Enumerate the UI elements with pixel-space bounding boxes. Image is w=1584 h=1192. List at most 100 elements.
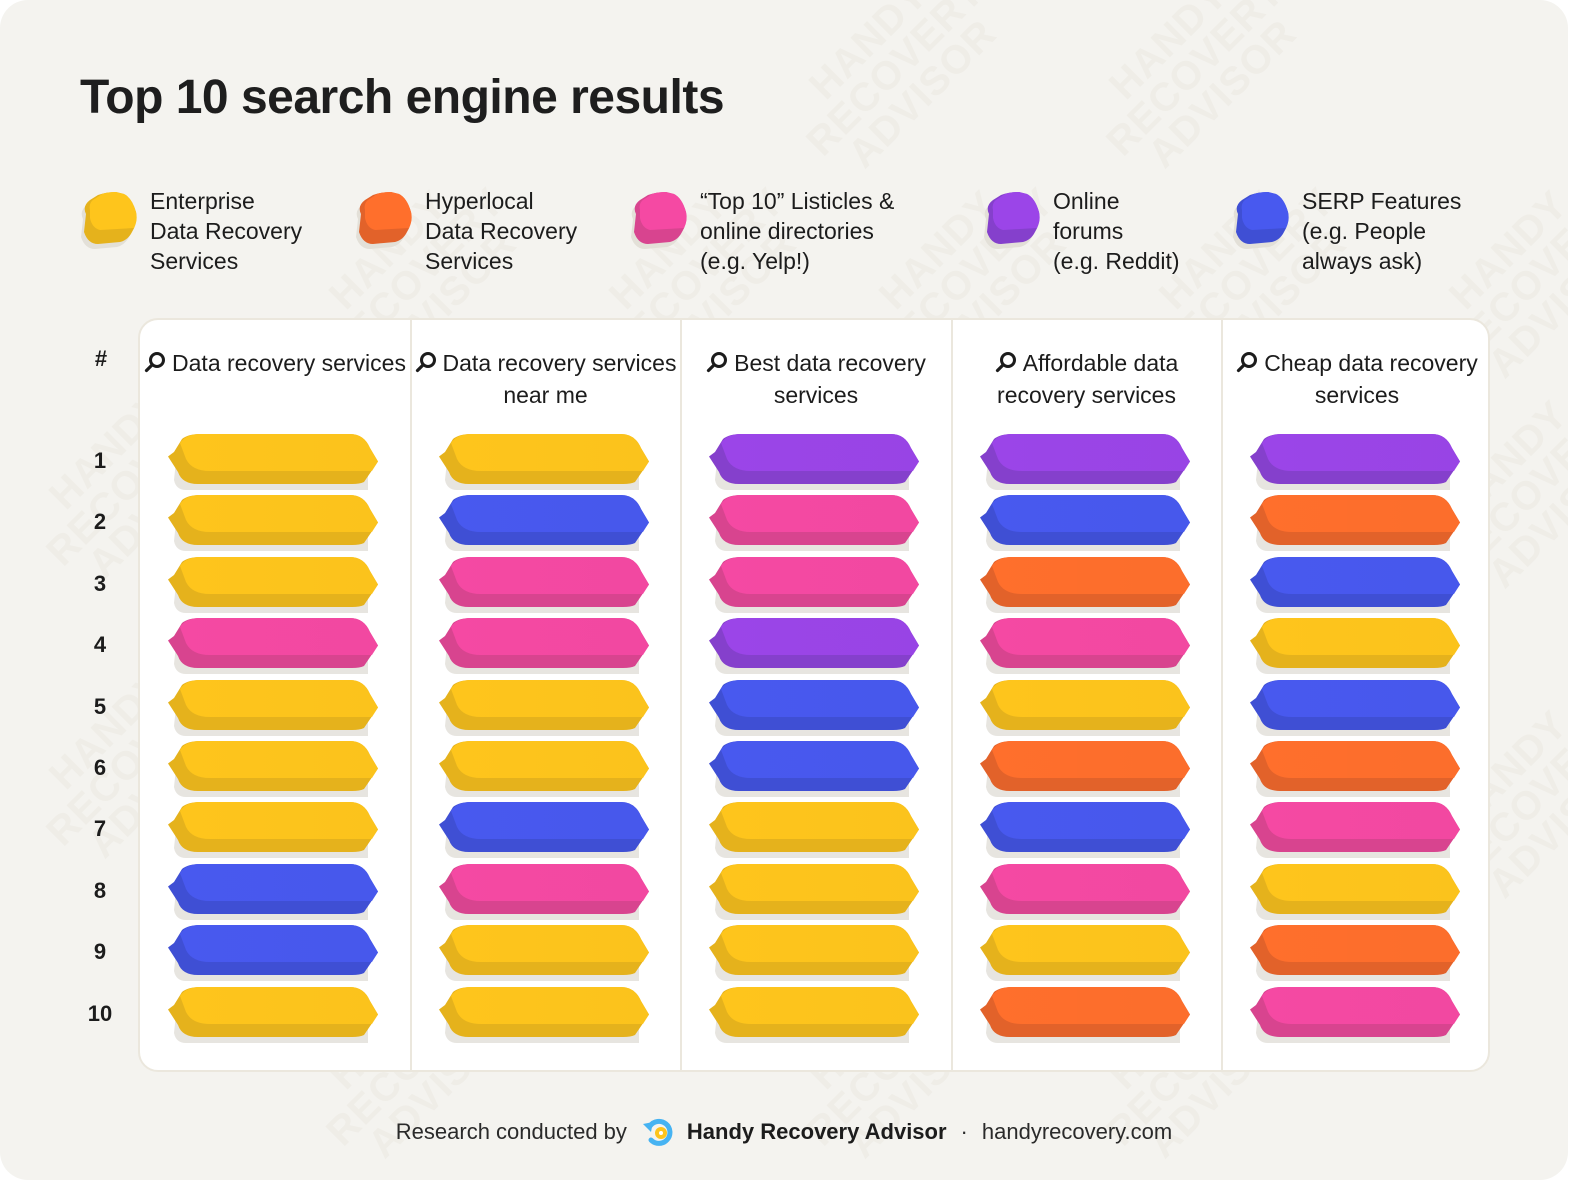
infographic-canvas: HANDY RECOVERY ADVISOR HANDY RECOVERY ADVISOR… bbox=[0, 0, 1568, 1180]
result-bar-listicles bbox=[437, 863, 655, 922]
footer-prefix: Research conducted by bbox=[395, 1119, 627, 1144]
result-bar-forums bbox=[707, 618, 925, 676]
rank-label: 5 bbox=[93, 693, 107, 719]
result-bar-listicles bbox=[707, 556, 925, 615]
column-divider bbox=[680, 320, 682, 1070]
legend-swatch-enterprise bbox=[80, 192, 137, 249]
legend-item-hyperlocal: Hyperlocal Data Recovery Services bbox=[355, 186, 577, 276]
legend-label-serp: SERP Features (e.g. People always ask) bbox=[1302, 188, 1462, 274]
result-bar-enterprise bbox=[978, 925, 1196, 983]
result-bar-serp bbox=[437, 495, 655, 553]
page-title: Top 10 search engine results bbox=[80, 71, 725, 124]
result-bar-hyperlocal bbox=[978, 741, 1196, 799]
result-bar-listicles bbox=[437, 556, 655, 615]
footer: Research conducted by Handy Recovery Adv… bbox=[0, 1116, 1568, 1148]
result-bar-listicles bbox=[166, 618, 384, 676]
rank-label: 10 bbox=[87, 1000, 113, 1026]
watermark: HANDYRECOVERYADVISOR bbox=[798, 0, 1005, 177]
result-bar-listicles bbox=[978, 618, 1196, 676]
column-query-label: Affordable data recovery services bbox=[997, 350, 1179, 408]
search-icon bbox=[415, 350, 437, 380]
result-bar-enterprise bbox=[166, 679, 384, 738]
search-icon bbox=[706, 350, 728, 380]
legend-swatch-hyperlocal bbox=[355, 192, 412, 249]
results-table: Data recovery services Data recovery serv… bbox=[138, 318, 1490, 1072]
legend-label-forums: Online forums (e.g. Reddit) bbox=[1053, 188, 1180, 274]
result-bar-enterprise bbox=[166, 741, 384, 799]
column-header: Data recovery services near me bbox=[411, 348, 681, 410]
column-query-label: Data recovery services bbox=[172, 350, 406, 376]
search-icon bbox=[144, 350, 166, 380]
rank-label: 6 bbox=[93, 755, 107, 780]
result-bar-listicles bbox=[437, 618, 655, 676]
result-bar-enterprise bbox=[1248, 618, 1466, 676]
search-icon bbox=[995, 350, 1017, 380]
result-bar-serp bbox=[707, 679, 925, 738]
result-bar-listicles bbox=[1248, 986, 1466, 1045]
result-bar-enterprise bbox=[437, 741, 655, 799]
footer-brand: Handy Recovery Advisor bbox=[686, 1119, 947, 1144]
result-bar-enterprise bbox=[437, 986, 655, 1045]
result-bar-hyperlocal bbox=[978, 986, 1196, 1045]
result-bar-enterprise bbox=[437, 679, 655, 738]
result-bar-enterprise bbox=[437, 925, 655, 983]
legend-swatch-forums bbox=[983, 192, 1040, 249]
column-header: Cheap data recovery services bbox=[1222, 348, 1492, 410]
result-bar-hyperlocal bbox=[1248, 741, 1466, 799]
legend: Enterprise Data Recovery Services Hyperlo… bbox=[0, 186, 1568, 286]
footer-separator: · bbox=[960, 1119, 968, 1144]
rank-label: 2 bbox=[93, 509, 107, 535]
result-bar-enterprise bbox=[707, 986, 925, 1045]
result-bar-enterprise bbox=[978, 679, 1196, 738]
result-bar-enterprise bbox=[437, 434, 655, 492]
column-header: Best data recovery services bbox=[681, 348, 951, 410]
rank-label: 9 bbox=[93, 939, 107, 965]
column-divider bbox=[950, 320, 953, 1070]
result-bar-enterprise bbox=[707, 925, 925, 983]
legend-item-serp: SERP Features (e.g. People always ask) bbox=[1232, 186, 1461, 276]
legend-label-enterprise: Enterprise Data Recovery Services bbox=[150, 188, 303, 274]
result-bar-hyperlocal bbox=[1248, 925, 1466, 983]
result-bar-enterprise bbox=[707, 863, 925, 922]
legend-item-listicles: “Top 10” Listicles & online directories … bbox=[630, 186, 894, 276]
column-query-label: Cheap data recovery services bbox=[1264, 350, 1478, 408]
result-bar-enterprise bbox=[707, 802, 925, 860]
result-bar-serp bbox=[437, 802, 655, 860]
legend-swatch-listicles bbox=[630, 192, 687, 249]
column-header: Affordable data recovery services bbox=[952, 348, 1222, 410]
result-bar-listicles bbox=[1248, 802, 1466, 860]
footer-site-link[interactable]: handyrecovery.com bbox=[982, 1119, 1172, 1145]
column-header: Data recovery services bbox=[140, 348, 410, 380]
result-bar-hyperlocal bbox=[1248, 495, 1466, 553]
result-bar-hyperlocal bbox=[978, 556, 1196, 615]
legend-item-forums: Online forums (e.g. Reddit) bbox=[983, 186, 1180, 276]
column-query-label: Best data recovery services bbox=[734, 350, 926, 408]
result-bar-enterprise bbox=[166, 986, 384, 1045]
result-bar-enterprise bbox=[166, 495, 384, 553]
watermark: HANDYRECOVERYADVISOR bbox=[1098, 0, 1305, 177]
result-bar-enterprise bbox=[1248, 863, 1466, 922]
rank-label: 1 bbox=[93, 448, 107, 473]
result-bar-serp bbox=[978, 802, 1196, 860]
legend-item-enterprise: Enterprise Data Recovery Services bbox=[80, 186, 302, 276]
result-bar-forums bbox=[707, 434, 925, 492]
result-bar-listicles bbox=[707, 495, 925, 553]
rank-column-header: # bbox=[94, 346, 108, 371]
result-bar-enterprise bbox=[166, 434, 384, 492]
result-bar-forums bbox=[1248, 434, 1466, 492]
legend-swatch-serp bbox=[1232, 192, 1289, 249]
result-bar-listicles bbox=[978, 863, 1196, 922]
rank-label: 4 bbox=[93, 632, 107, 658]
rank-label: 7 bbox=[93, 816, 107, 842]
legend-label-hyperlocal: Hyperlocal Data Recovery Services bbox=[425, 188, 578, 274]
result-bar-enterprise bbox=[166, 556, 384, 615]
result-bar-serp bbox=[1248, 556, 1466, 615]
column-divider bbox=[1221, 320, 1223, 1070]
result-bar-serp bbox=[166, 925, 384, 983]
search-icon bbox=[1236, 350, 1258, 380]
rank-label: 3 bbox=[93, 570, 107, 596]
column-query-label: Data recovery services near me bbox=[442, 350, 677, 408]
result-bar-serp bbox=[707, 741, 925, 799]
result-bar-forums bbox=[978, 434, 1196, 492]
rank-label: 8 bbox=[93, 877, 107, 903]
